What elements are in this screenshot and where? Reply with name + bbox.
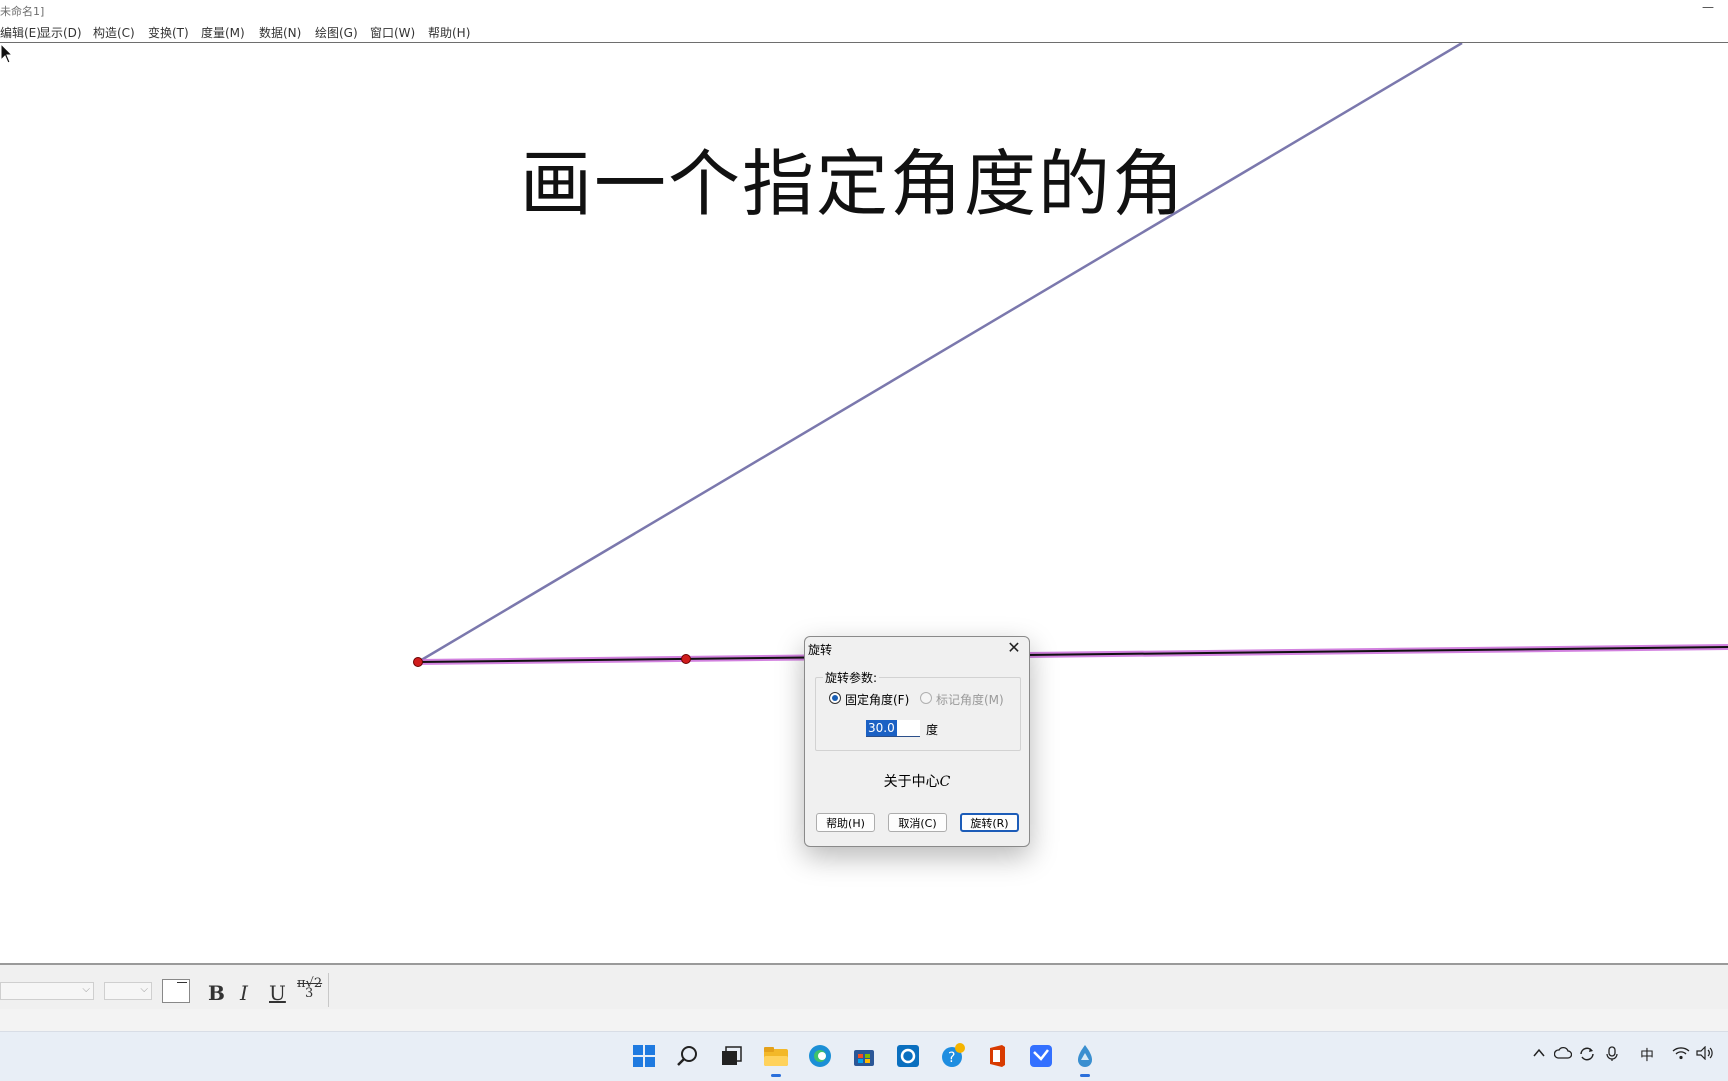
menu-edit[interactable]: 编辑(E) bbox=[0, 24, 41, 41]
office-icon[interactable] bbox=[984, 1043, 1010, 1069]
cancel-button[interactable]: 取消(C) bbox=[888, 813, 947, 832]
rotation-params-label: 旋转参数: bbox=[823, 669, 880, 686]
ime-indicator[interactable]: 中 bbox=[1640, 1045, 1654, 1065]
status-bar bbox=[0, 1009, 1728, 1031]
dialog-title: 旋转 bbox=[808, 643, 833, 657]
canvas-title: 画一个指定角度的角 bbox=[520, 142, 1187, 226]
center-point-name: C bbox=[939, 774, 951, 790]
chevron-down-icon: ⌵ bbox=[140, 984, 148, 995]
menu-construct[interactable]: 构造(C) bbox=[93, 24, 135, 41]
onedrive-cloud-icon[interactable] bbox=[1553, 1046, 1573, 1064]
chevron-up-icon[interactable] bbox=[1532, 1046, 1546, 1064]
font-family-select[interactable]: ⌵ bbox=[0, 982, 94, 1000]
feishu-icon[interactable] bbox=[1028, 1043, 1054, 1069]
underline-button[interactable]: U bbox=[269, 981, 286, 1005]
menu-data[interactable]: 数据(N) bbox=[259, 24, 301, 41]
microsoft-store-icon[interactable] bbox=[851, 1043, 877, 1069]
app-blue-icon[interactable] bbox=[895, 1043, 921, 1069]
fixed-angle-radio[interactable] bbox=[829, 692, 841, 704]
edge-browser-icon[interactable] bbox=[807, 1043, 833, 1069]
minimize-button[interactable]: — bbox=[1698, 0, 1718, 18]
wifi-icon[interactable] bbox=[1672, 1046, 1690, 1064]
sync-icon[interactable] bbox=[1578, 1046, 1596, 1066]
marked-angle-radio bbox=[920, 692, 932, 704]
taskbar: ? 中 bbox=[0, 1031, 1728, 1081]
svg-text:?: ? bbox=[948, 1050, 955, 1066]
windows-start-icon[interactable] bbox=[631, 1043, 657, 1069]
file-explorer-icon[interactable] bbox=[763, 1043, 789, 1077]
font-size-select[interactable]: ⌵ bbox=[104, 982, 152, 1000]
task-view-icon[interactable] bbox=[718, 1043, 744, 1069]
toolbar-divider bbox=[328, 973, 329, 1007]
geometers-sketchpad-icon[interactable] bbox=[1072, 1043, 1098, 1077]
menu-window[interactable]: 窗口(W) bbox=[370, 24, 415, 41]
math-format-button[interactable]: π√2 3 bbox=[297, 977, 322, 1000]
menu-graph[interactable]: 绘图(G) bbox=[315, 24, 358, 41]
bold-button[interactable]: B bbox=[208, 981, 225, 1005]
menu-display[interactable]: 显示(D) bbox=[39, 24, 82, 41]
angle-unit-label: 度 bbox=[926, 723, 939, 737]
rotation-center-label: 关于中心C bbox=[805, 771, 1029, 791]
italic-button[interactable]: I bbox=[240, 981, 248, 1005]
menu-bar: 编辑(E) 显示(D) 构造(C) 变换(T) 度量(M) 数据(N) 绘图(G… bbox=[0, 20, 1728, 43]
chevron-down-icon: ⌵ bbox=[82, 984, 90, 995]
menu-transform[interactable]: 变换(T) bbox=[148, 24, 189, 41]
microphone-icon[interactable] bbox=[1606, 1046, 1618, 1066]
point-on-base[interactable] bbox=[681, 654, 691, 664]
text-color-picker[interactable] bbox=[162, 979, 190, 1003]
fixed-angle-label[interactable]: 固定角度(F) bbox=[845, 691, 909, 708]
menu-measure[interactable]: 度量(M) bbox=[201, 24, 245, 41]
base-ray[interactable] bbox=[417, 646, 1728, 663]
point-vertex-c[interactable] bbox=[413, 657, 423, 667]
rotation-params-group bbox=[815, 677, 1021, 751]
title-bar: 未命名1] — bbox=[0, 0, 1728, 20]
menu-help[interactable]: 帮助(H) bbox=[428, 24, 470, 41]
search-icon[interactable] bbox=[675, 1043, 701, 1069]
marked-angle-label: 标记角度(M) bbox=[936, 693, 1004, 707]
rotate-dialog: 旋转 ✕ 旋转参数: 固定角度(F) 标记角度(M) 30.0 度 关于中心C … bbox=[804, 636, 1030, 847]
help-button[interactable]: 帮助(H) bbox=[816, 813, 875, 832]
help-app-icon[interactable]: ? bbox=[940, 1043, 966, 1069]
window-title: 未命名1] bbox=[0, 5, 45, 18]
volume-icon[interactable] bbox=[1696, 1045, 1714, 1064]
text-format-toolbar: ⌵ ⌵ B I U π√2 3 bbox=[0, 963, 1728, 1011]
rotate-button[interactable]: 旋转(R) bbox=[960, 813, 1019, 832]
mouse-pointer-icon bbox=[0, 43, 14, 64]
angle-input[interactable] bbox=[866, 720, 920, 737]
center-prefix: 关于中心 bbox=[883, 774, 940, 790]
close-icon[interactable]: ✕ bbox=[1005, 639, 1023, 657]
